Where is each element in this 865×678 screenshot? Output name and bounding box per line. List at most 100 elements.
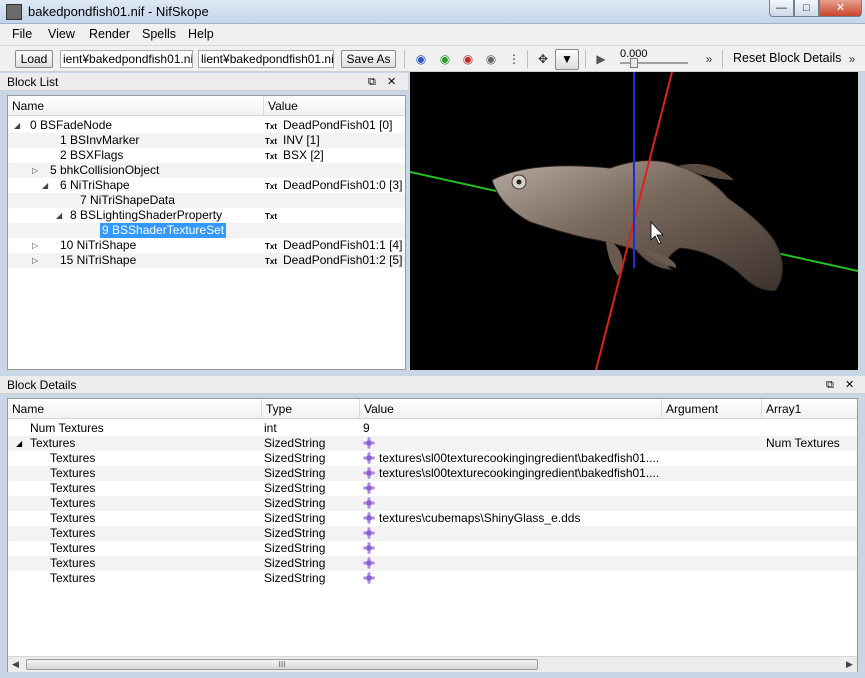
string-edit-icon[interactable]	[363, 572, 375, 584]
tree-row[interactable]: ◢ 0 BSFadeNode Txt DeadPondFish01 [0]	[8, 118, 405, 133]
menu-file[interactable]: File	[12, 27, 32, 41]
detail-name: Textures	[50, 541, 96, 555]
view-eye-green-icon[interactable]: ◉	[436, 51, 454, 67]
nifskope-app-icon[interactable]	[6, 4, 22, 20]
string-edit-icon[interactable]	[363, 497, 375, 509]
view-dropdown-button[interactable]: ▼	[555, 49, 579, 70]
menu-render[interactable]: Render	[89, 27, 130, 41]
tree-row[interactable]: ▷ 15 NiTriShape Txt DeadPondFish01:2 [5]	[8, 253, 405, 268]
tree-row-value: DeadPondFish01:2 [5]	[283, 253, 403, 267]
detail-type: SizedString	[264, 511, 326, 525]
tree-row[interactable]: 7 NiTriShapeData	[8, 193, 405, 208]
expanded-triangle-icon[interactable]: ◢	[42, 178, 48, 193]
detail-type: SizedString	[264, 466, 326, 480]
walk-footprints-icon[interactable]: ⋮	[505, 51, 523, 67]
load-button[interactable]: Load	[15, 50, 53, 68]
string-edit-icon[interactable]	[363, 467, 375, 479]
scrollbar-thumb[interactable]: III	[26, 659, 538, 670]
menu-view[interactable]: View	[48, 27, 75, 41]
detail-type: SizedString	[264, 496, 326, 510]
column-type[interactable]: Type	[262, 399, 360, 419]
detail-row[interactable]: Textures SizedString	[8, 556, 857, 571]
string-edit-icon[interactable]	[363, 452, 375, 464]
scroll-left-arrow-icon[interactable]: ◀	[12, 659, 19, 670]
detail-row[interactable]: Textures SizedString textures\sl00texturec…	[8, 451, 857, 466]
string-edit-icon[interactable]	[363, 557, 375, 569]
render-viewport[interactable]	[410, 72, 858, 370]
string-edit-icon[interactable]	[363, 512, 375, 524]
tree-row[interactable]: ▷ 10 NiTriShape Txt DeadPondFish01:1 [4]	[8, 238, 405, 253]
view-eye-red-icon[interactable]: ◉	[459, 51, 477, 67]
detail-row[interactable]: Textures SizedString	[8, 541, 857, 556]
play-icon[interactable]: ▶	[592, 51, 610, 67]
menu-help[interactable]: Help	[188, 27, 214, 41]
string-edit-icon[interactable]	[363, 527, 375, 539]
collapsed-triangle-icon[interactable]: ▷	[32, 253, 38, 268]
menu-spells[interactable]: Spells	[142, 27, 176, 41]
detail-row[interactable]: Num Textures int 9	[8, 421, 857, 436]
animation-time-slider[interactable]	[620, 58, 688, 68]
minimize-button[interactable]: —	[769, 0, 794, 17]
save-as-button[interactable]: Save As	[341, 50, 396, 68]
scroll-right-arrow-icon[interactable]: ▶	[846, 659, 853, 670]
detail-name: Textures	[50, 556, 96, 570]
expanded-triangle-icon[interactable]: ◢	[16, 436, 22, 451]
close-panel-icon[interactable]: ✕	[387, 73, 396, 91]
horizontal-scrollbar[interactable]: ◀ III ▶	[8, 656, 857, 672]
tree-row[interactable]: ◢ 6 NiTriShape Txt DeadPondFish01:0 [3]	[8, 178, 405, 193]
tree-row-value: BSX [2]	[283, 148, 324, 162]
toolbar-more-left-chevron-icon[interactable]: »	[700, 51, 718, 67]
detail-type: SizedString	[264, 481, 326, 495]
tree-row[interactable]: 2 BSXFlags Txt BSX [2]	[8, 148, 405, 163]
tree-row[interactable]: 1 BSInvMarker Txt INV [1]	[8, 133, 405, 148]
detail-row[interactable]: Textures SizedString	[8, 526, 857, 541]
tree-row-label: 8 BSLightingShaderProperty	[70, 208, 223, 222]
maximize-button[interactable]: □	[794, 0, 819, 17]
string-edit-icon[interactable]	[363, 482, 375, 494]
detail-row[interactable]: Textures SizedString	[8, 571, 857, 586]
collapsed-triangle-icon[interactable]: ▷	[32, 163, 38, 178]
detail-value[interactable]: textures\sl00texturecookingingredient\ba…	[379, 466, 659, 481]
detail-value[interactable]: textures\cubemaps\ShinyGlass_e.dds	[379, 511, 580, 526]
view-eye-blue-icon[interactable]: ◉	[412, 51, 430, 67]
float-panel-icon[interactable]: ⧉	[826, 376, 834, 394]
float-panel-icon[interactable]: ⧉	[368, 73, 376, 91]
tree-row[interactable]: ◢ 8 BSLightingShaderProperty Txt	[8, 208, 405, 223]
save-path-field[interactable]: lient¥bakedpondfish01.nif	[198, 50, 334, 68]
detail-value[interactable]: 9	[363, 421, 370, 436]
column-value[interactable]: Value	[360, 399, 662, 419]
detail-row[interactable]: ◢ Textures SizedString Num Textures	[8, 436, 857, 451]
detail-value[interactable]: textures\sl00texturecookingingredient\ba…	[379, 451, 659, 466]
toolbar-more-right-chevron-icon[interactable]: »	[843, 51, 861, 67]
detail-row[interactable]: Textures SizedString textures\sl00texturec…	[8, 466, 857, 481]
expanded-triangle-icon[interactable]: ◢	[14, 118, 20, 133]
string-edit-icon[interactable]	[363, 437, 375, 449]
move-axis-icon[interactable]: ✥	[534, 51, 552, 67]
tree-row[interactable]: 9 BSShaderTextureSet	[8, 223, 405, 238]
column-value[interactable]: Value	[264, 96, 405, 116]
block-list-tree[interactable]: Name Value ◢ 0 BSFadeNode Txt DeadPondFish0…	[7, 95, 406, 370]
load-path-field[interactable]: ‎ient¥bakedpondfish01.nif	[60, 50, 193, 68]
close-window-button[interactable]: ✕	[819, 0, 862, 17]
detail-row[interactable]: Textures SizedString	[8, 496, 857, 511]
collapsed-triangle-icon[interactable]: ▷	[32, 238, 38, 253]
txt-icon: Txt	[265, 122, 277, 131]
slider-handle[interactable]	[630, 58, 638, 68]
column-name[interactable]: Name	[8, 96, 264, 116]
detail-name: Textures	[50, 571, 96, 585]
detail-row[interactable]: Textures SizedString textures\cubemaps\Shi…	[8, 511, 857, 526]
column-name[interactable]: Name	[8, 399, 262, 419]
block-details-table[interactable]: Name Type Value Argument Array1 Num Text…	[7, 398, 858, 672]
view-eye-gray-icon[interactable]: ◉	[482, 51, 500, 67]
tree-row[interactable]: ▷ 5 bhkCollisionObject	[8, 163, 405, 178]
expanded-triangle-icon[interactable]: ◢	[56, 208, 62, 223]
detail-type: SizedString	[264, 541, 326, 555]
close-panel-icon[interactable]: ✕	[845, 376, 854, 394]
detail-row[interactable]: Textures SizedString	[8, 481, 857, 496]
string-edit-icon[interactable]	[363, 542, 375, 554]
column-argument[interactable]: Argument	[662, 399, 762, 419]
tree-row-label: 15 NiTriShape	[60, 253, 137, 267]
column-array1[interactable]: Array1	[762, 399, 857, 419]
reset-block-details-button[interactable]: Reset Block Details	[733, 51, 841, 65]
toolbar-separator	[722, 50, 723, 68]
